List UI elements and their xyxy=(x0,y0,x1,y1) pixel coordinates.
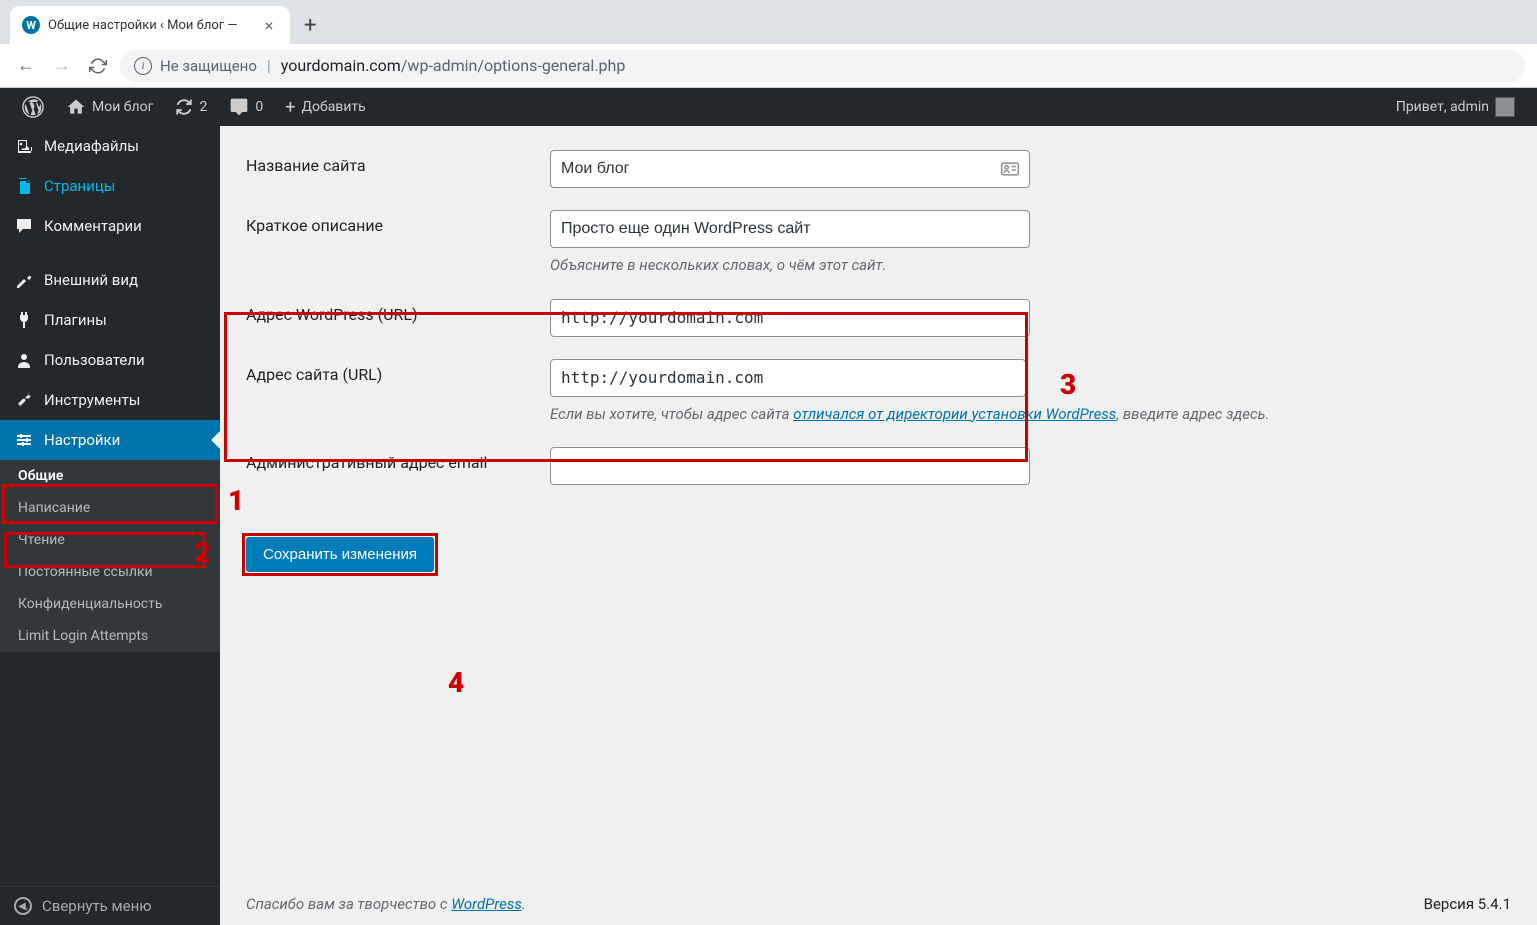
annotation-1: 1 xyxy=(228,484,244,517)
settings-icon xyxy=(14,430,34,450)
submenu-permalinks[interactable]: Постоянные ссылки xyxy=(0,556,220,588)
label-site-title: Название сайта xyxy=(246,150,550,175)
comments-icon xyxy=(14,216,34,236)
sidebar-item-media[interactable]: Медиафайлы xyxy=(0,126,220,166)
desc-tagline: Объясните в нескольких словах, о чём это… xyxy=(550,254,1030,277)
forward-button[interactable]: → xyxy=(48,52,76,80)
tab-bar: W Общие настройки ‹ Мои блог — × + xyxy=(0,0,1537,44)
label-wp-url: Адрес WordPress (URL) xyxy=(246,299,550,324)
submenu-limitlogin[interactable]: Limit Login Attempts xyxy=(0,620,220,652)
tab-title: Общие настройки ‹ Мои блог — xyxy=(48,18,252,33)
footer-version: Версия 5.4.1 xyxy=(1424,895,1511,913)
desc-site-url: Если вы хотите, чтобы адрес сайта отлича… xyxy=(550,403,1330,426)
link-wordpress[interactable]: WordPress xyxy=(451,895,522,913)
wordpress-favicon: W xyxy=(22,16,40,34)
input-site-url[interactable] xyxy=(550,359,1026,397)
back-button[interactable]: ← xyxy=(12,52,40,80)
sidebar-item-settings[interactable]: Настройки xyxy=(0,420,220,460)
submenu-general[interactable]: Общие xyxy=(0,460,220,492)
sidebar-item-plugins[interactable]: Плагины xyxy=(0,300,220,340)
input-site-title[interactable] xyxy=(550,150,1030,188)
plus-icon: + xyxy=(285,97,295,118)
admin-footer: Спасибо вам за творчество с WordPress. В… xyxy=(246,877,1511,925)
browser-chrome: W Общие настройки ‹ Мои блог — × + ← → i… xyxy=(0,0,1537,88)
wp-adminbar: Мои блог 2 0 + Добавить Привет, admin xyxy=(0,88,1537,126)
sidebar-item-users[interactable]: Пользователи xyxy=(0,340,220,380)
comments-menu[interactable]: 0 xyxy=(221,97,271,117)
submenu-privacy[interactable]: Конфиденциальность xyxy=(0,588,220,620)
media-icon xyxy=(14,136,34,156)
link-wp-directory[interactable]: отличался от директории установки WordPr… xyxy=(793,405,1116,423)
plugins-icon xyxy=(14,310,34,330)
my-account-menu[interactable]: Привет, admin xyxy=(1388,97,1523,117)
site-name-menu[interactable]: Мои блог xyxy=(58,97,161,117)
collapse-icon: ◀, xyxy=(14,897,32,915)
info-icon: i xyxy=(134,57,152,75)
sidebar-item-comments[interactable]: Комментарии xyxy=(0,206,220,246)
admin-sidebar: Медиафайлы Страницы Комментарии Внешний … xyxy=(0,126,220,925)
sidebar-item-tools[interactable]: Инструменты xyxy=(0,380,220,420)
users-icon xyxy=(14,350,34,370)
browser-tab[interactable]: W Общие настройки ‹ Мои блог — × xyxy=(10,6,290,44)
url-text: yourdomain.com/wp-admin/options-general.… xyxy=(281,56,626,75)
collapse-menu[interactable]: ◀, Свернуть меню xyxy=(0,886,220,925)
settings-submenu: Общие Написание Чтение Постоянные ссылки… xyxy=(0,460,220,652)
input-tagline[interactable] xyxy=(550,210,1030,248)
comment-icon xyxy=(229,97,249,117)
new-tab-button[interactable]: + xyxy=(290,13,330,38)
label-tagline: Краткое описание xyxy=(246,210,550,235)
save-button[interactable]: Сохранить изменения xyxy=(246,537,434,572)
annotation-4: 4 xyxy=(448,666,464,699)
security-indicator[interactable]: i Не защищено xyxy=(134,57,257,75)
label-admin-email: Административный адрес email xyxy=(246,447,550,472)
appearance-icon xyxy=(14,270,34,290)
footer-thanks: Спасибо вам за творчество с WordPress. xyxy=(246,895,526,913)
avatar xyxy=(1495,97,1515,117)
updates-icon xyxy=(175,98,193,116)
submenu-reading[interactable]: Чтение xyxy=(0,524,220,556)
input-admin-email[interactable] xyxy=(550,447,1030,485)
tools-icon xyxy=(14,390,34,410)
reload-button[interactable] xyxy=(84,52,112,80)
wp-logo-menu[interactable] xyxy=(14,96,52,118)
updates-menu[interactable]: 2 xyxy=(167,98,215,116)
address-bar: ← → i Не защищено | yourdomain.com/wp-ad… xyxy=(0,44,1537,88)
wordpress-icon xyxy=(22,96,44,118)
input-wp-url[interactable] xyxy=(550,299,1030,337)
submenu-writing[interactable]: Написание xyxy=(0,492,220,524)
sidebar-item-pages[interactable]: Страницы xyxy=(0,166,220,206)
main-content: Название сайта Краткое описание Объяснит… xyxy=(220,126,1537,925)
pages-icon xyxy=(14,176,34,196)
new-content-menu[interactable]: + Добавить xyxy=(277,97,374,118)
sidebar-item-appearance[interactable]: Внешний вид xyxy=(0,260,220,300)
label-site-url: Адрес сайта (URL) xyxy=(246,359,550,384)
home-icon xyxy=(66,97,86,117)
card-icon xyxy=(1000,159,1020,179)
url-field[interactable]: i Не защищено | yourdomain.com/wp-admin/… xyxy=(120,50,1525,82)
close-tab-icon[interactable]: × xyxy=(260,16,278,35)
